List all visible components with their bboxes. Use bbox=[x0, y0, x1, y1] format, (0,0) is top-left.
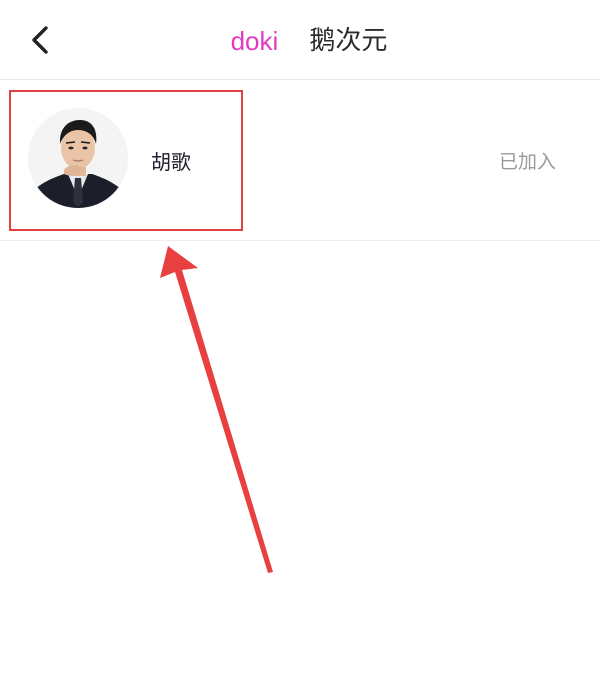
tab-ecy[interactable]: 鹅次元 bbox=[309, 24, 387, 58]
top-navigation-bar: doki 鹅次元 bbox=[0, 0, 600, 80]
annotation-highlight-box bbox=[9, 90, 243, 231]
joined-status: 已加入 bbox=[498, 151, 556, 173]
tab-bar: doki 鹅次元 bbox=[0, 24, 600, 58]
tab-doki[interactable]: doki bbox=[231, 24, 279, 58]
list-item[interactable]: 胡歌 已加入 bbox=[0, 81, 600, 241]
